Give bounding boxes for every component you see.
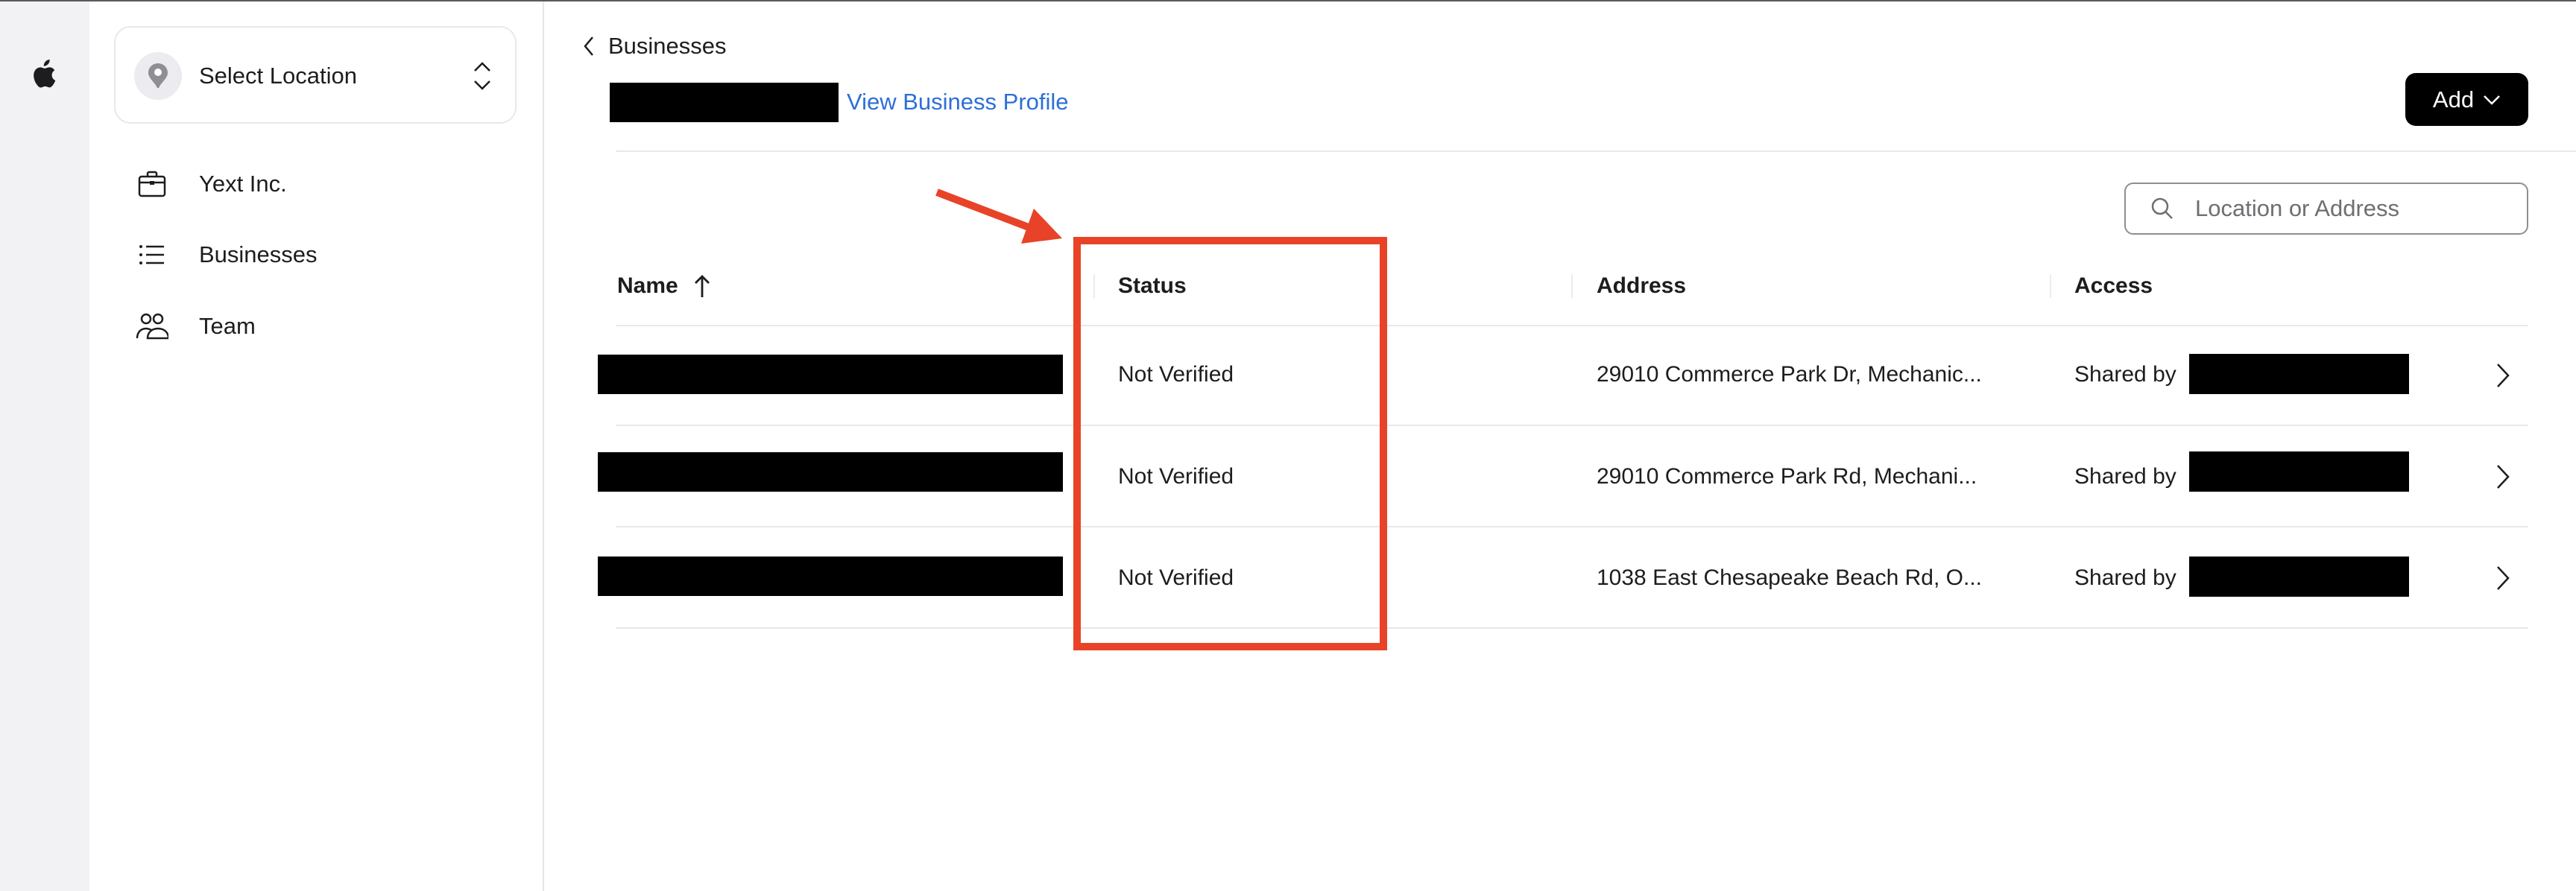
business-name-redacted[interactable] [598, 452, 1063, 492]
header-divider [616, 150, 2576, 152]
access-owner-redacted [2189, 557, 2409, 597]
add-button[interactable]: Add [2405, 73, 2528, 126]
status-cell: Not Verified [1118, 362, 1234, 387]
add-button-label: Add [2432, 86, 2475, 112]
address-cell: 29010 Commerce Park Dr, Mechanic... [1597, 362, 1982, 387]
chevron-down-icon [2484, 95, 2500, 105]
sidebar [89, 1, 544, 891]
column-header-address[interactable]: Address [1597, 270, 1686, 302]
people-icon [134, 308, 170, 344]
view-business-profile-link[interactable]: View Business Profile [847, 86, 1069, 118]
briefcase-icon [134, 166, 170, 202]
column-separator[interactable] [1093, 274, 1095, 298]
access-cell-prefix: Shared by [2074, 464, 2176, 489]
list-icon [134, 237, 170, 273]
chevron-right-icon[interactable] [2496, 565, 2510, 591]
business-name-redacted[interactable] [598, 355, 1063, 394]
chevron-left-icon [584, 37, 593, 56]
address-cell: 1038 East Chesapeake Beach Rd, O... [1597, 565, 1982, 590]
sort-ascending-arrow-icon [694, 275, 710, 297]
map-pin-icon [148, 63, 168, 89]
sidebar-item-label: Yext Inc. [199, 171, 287, 197]
column-header-access[interactable]: Access [2074, 270, 2153, 302]
column-separator[interactable] [2050, 274, 2051, 298]
search-icon [2151, 197, 2173, 219]
access-owner-redacted [2189, 354, 2409, 394]
column-header-label: Access [2074, 273, 2153, 298]
business-name-redacted [610, 83, 839, 122]
access-owner-redacted [2189, 451, 2409, 492]
sidebar-item-yext-inc[interactable]: Yext Inc. [134, 162, 522, 206]
search-input[interactable] [2194, 194, 2510, 223]
breadcrumb-label: Businesses [608, 33, 727, 59]
column-separator[interactable] [1571, 274, 1573, 298]
address-cell: 29010 Commerce Park Rd, Mechani... [1597, 464, 1977, 489]
status-cell: Not Verified [1118, 464, 1234, 489]
row-divider [616, 627, 2528, 629]
sidebar-item-label: Businesses [199, 241, 318, 267]
column-header-name[interactable]: Name [617, 270, 711, 302]
column-header-label: Address [1597, 273, 1687, 298]
column-header-label: Status [1118, 273, 1187, 298]
access-cell-prefix: Shared by [2074, 362, 2176, 387]
location-selector-label: Select Location [199, 63, 357, 89]
annotation-arrow [935, 188, 1062, 244]
apple-logo-icon[interactable] [31, 60, 58, 91]
sidebar-item-businesses[interactable]: Businesses [134, 232, 522, 277]
location-selector[interactable]: Select Location [114, 26, 517, 124]
sidebar-item-team[interactable]: Team [134, 304, 522, 349]
sidebar-item-label: Team [199, 313, 256, 339]
column-header-status[interactable]: Status [1118, 270, 1187, 302]
chevron-right-icon[interactable] [2496, 464, 2510, 489]
access-cell-prefix: Shared by [2074, 565, 2176, 590]
app-rail [0, 1, 89, 891]
chevron-up-down-icon [474, 62, 490, 90]
column-header-label: Name [617, 273, 678, 298]
location-avatar [134, 52, 182, 100]
status-cell: Not Verified [1118, 565, 1234, 590]
chevron-right-icon[interactable] [2496, 363, 2510, 388]
search-field[interactable] [2124, 183, 2528, 235]
breadcrumb-back[interactable]: Businesses [583, 30, 727, 63]
business-name-redacted[interactable] [598, 557, 1063, 596]
